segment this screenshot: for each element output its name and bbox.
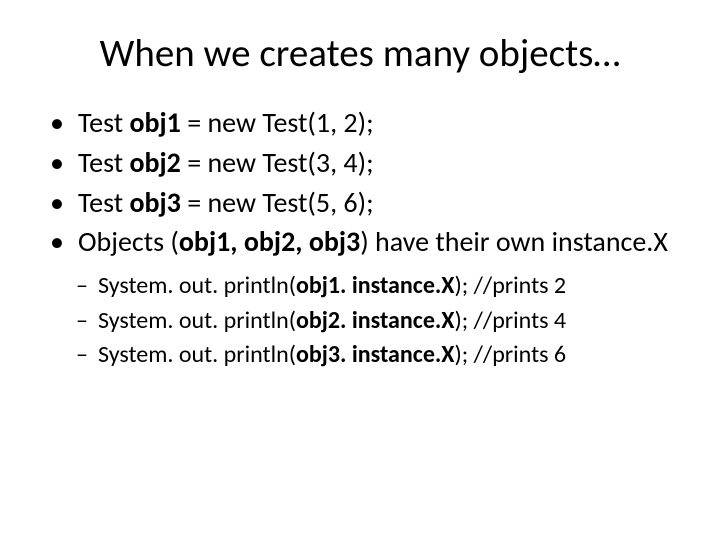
bold-text: obj2. instance.X <box>296 306 455 335</box>
slide: When we creates many objects… Test obj1 … <box>0 0 720 540</box>
text: System. out. println( <box>98 271 296 300</box>
text: Test <box>78 105 129 140</box>
text: System. out. println( <box>98 306 296 335</box>
sub-bullet-list: System. out. println(obj1. instance.X); … <box>36 270 684 371</box>
text: ) have their own instance.X <box>360 224 668 259</box>
sub-list-item: System. out. println(obj3. instance.X); … <box>76 339 684 371</box>
list-item: Objects (obj1, obj2, obj3) have their ow… <box>50 224 684 260</box>
text: Test <box>78 145 129 180</box>
text: = new Test(3, 4); <box>181 145 374 180</box>
text: ); //prints 6 <box>455 340 567 369</box>
text: = new Test(1, 2); <box>181 105 374 140</box>
list-item: Test obj1 = new Test(1, 2); <box>50 105 684 141</box>
list-item: Test obj3 = new Test(5, 6); <box>50 185 684 221</box>
text: ); //prints 2 <box>455 271 567 300</box>
bold-text: obj1 <box>129 105 180 140</box>
sub-list-item: System. out. println(obj2. instance.X); … <box>76 305 684 337</box>
bold-text: obj1, obj2, obj3 <box>179 224 360 259</box>
bold-text: obj3. instance.X <box>296 340 455 369</box>
bullet-list: Test obj1 = new Test(1, 2); Test obj2 = … <box>36 105 684 260</box>
text: ); //prints 4 <box>455 306 567 335</box>
text: System. out. println( <box>98 340 296 369</box>
text: = new Test(5, 6); <box>181 185 374 220</box>
text: Objects ( <box>78 224 179 259</box>
bold-text: obj3 <box>129 185 180 220</box>
sub-list-item: System. out. println(obj1. instance.X); … <box>76 270 684 302</box>
bold-text: obj1. instance.X <box>296 271 455 300</box>
text: Test <box>78 185 129 220</box>
slide-title: When we creates many objects… <box>36 30 684 77</box>
bold-text: obj2 <box>129 145 180 180</box>
list-item: Test obj2 = new Test(3, 4); <box>50 145 684 181</box>
